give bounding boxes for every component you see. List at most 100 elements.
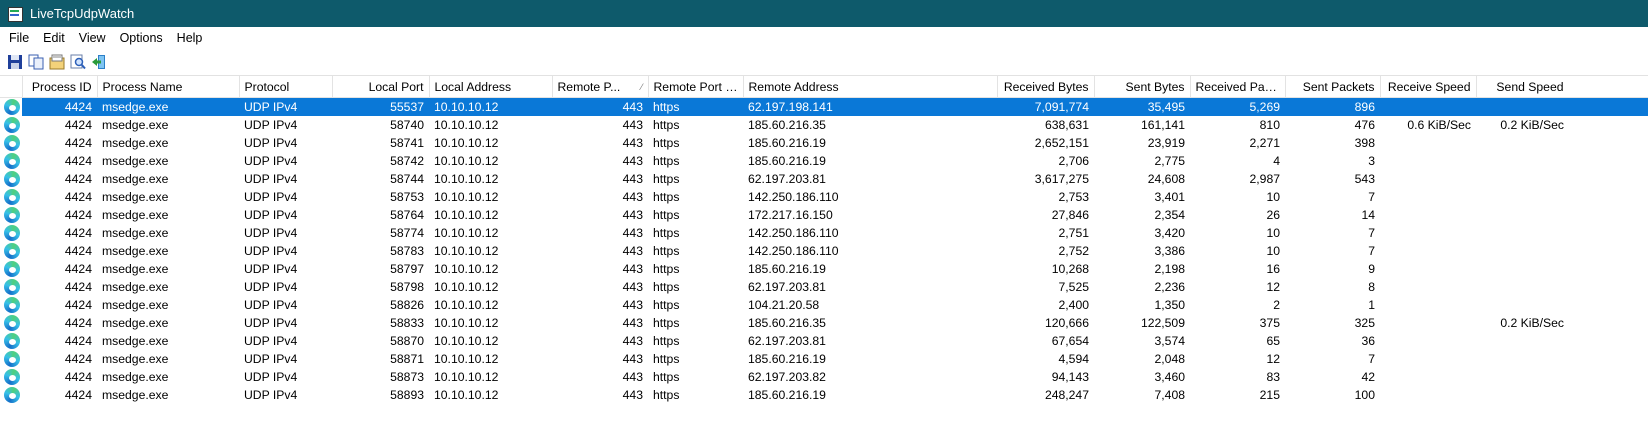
save-icon [8,55,22,69]
save-button[interactable] [6,53,24,71]
local-address-cell: 10.10.10.12 [434,316,499,330]
column-header-remote-port[interactable]: Remote P... ⁄ [552,76,649,98]
row-icon-cell [0,278,22,296]
remote-port-name-cell: https [653,136,680,150]
remote-address-cell: 62.197.203.81 [748,172,826,186]
remote-port-label: Remote P... [557,79,621,94]
edge-browser-icon [4,369,20,385]
table-row[interactable]: 4424 msedge.exe UDP IPv4 58833 10.10.10.12 44… [0,314,1648,332]
protocol-cell: UDP IPv4 [244,280,298,294]
table-row[interactable]: 4424 msedge.exe UDP IPv4 55537 10.10.10.12 44… [0,97,1648,116]
column-header-local-port[interactable]: Local Port [332,76,430,98]
column-header-remote-address[interactable]: Remote Address [743,76,998,98]
remote-address-cell: 185.60.216.19 [748,154,826,168]
local-address-cell: 10.10.10.12 [434,370,499,384]
sent-packets-cell: 7 [1368,244,1375,258]
local-port-cell: 58741 [390,136,424,150]
table-row[interactable]: 4424 msedge.exe UDP IPv4 58783 10.10.10.12 44… [0,242,1648,260]
process-id-cell: 4424 [64,136,92,150]
column-header-process-id[interactable]: Process ID [22,76,98,98]
local-address-cell: 10.10.10.12 [434,262,499,276]
local-port-cell: 58826 [390,298,424,312]
menu-help[interactable]: Help [170,31,210,45]
process-id-cell: 4424 [64,226,92,240]
row-icon-cell [0,332,22,350]
remote-address-cell: 104.21.20.58 [748,298,820,312]
table-row[interactable]: 4424 msedge.exe UDP IPv4 58873 10.10.10.12 44… [0,368,1648,386]
protocol-cell: UDP IPv4 [244,244,298,258]
sent-packets-cell: 7 [1368,352,1375,366]
received-packets-cell: 2 [1273,298,1280,312]
process-name-cell: msedge.exe [102,172,169,186]
remote-address-cell: 142.250.186.110 [748,244,839,258]
send-speed-cell [1476,152,1648,170]
table-row[interactable]: 4424 msedge.exe UDP IPv4 58742 10.10.10.12 44… [0,152,1648,170]
remote-port-cell: 443 [552,97,648,116]
table-row[interactable]: 4424 msedge.exe UDP IPv4 58741 10.10.10.12 44… [0,134,1648,152]
local-address-cell: 10.10.10.12 [434,388,499,402]
column-header-protocol[interactable]: Protocol [239,76,333,98]
properties-button[interactable] [48,53,66,71]
find-button[interactable] [69,53,87,71]
protocol-cell: UDP IPv4 [244,388,298,402]
edge-browser-icon [4,315,20,331]
column-header-send-speed[interactable]: Send Speed [1476,76,1648,98]
received-packets-cell: 2,271 [1249,136,1281,150]
protocol-cell: UDP IPv4 [244,208,298,222]
menu-edit[interactable]: Edit [36,31,72,45]
sent-packets-cell: 3 [1368,154,1375,168]
column-header-remote-port-name[interactable]: Remote Port N... [648,76,744,98]
remote-port-name-cell: https [653,154,680,168]
table-row[interactable]: 4424 msedge.exe UDP IPv4 58826 10.10.10.12 44… [0,296,1648,314]
column-header-received-bytes[interactable]: Received Bytes [997,76,1095,98]
row-icon-cell [0,188,22,206]
menu-options[interactable]: Options [113,31,170,45]
remote-port-name-cell: https [653,208,680,222]
table-row[interactable]: 4424 msedge.exe UDP IPv4 58774 10.10.10.12 44… [0,224,1648,242]
column-header-receive-speed[interactable]: Receive Speed [1380,76,1477,98]
column-header-sent-packets[interactable]: Sent Packets [1285,76,1381,98]
protocol-cell: UDP IPv4 [244,316,298,330]
copy-button[interactable] [27,53,45,71]
send-speed-cell [1476,386,1648,404]
receive-speed-cell [1380,224,1476,242]
received-packets-cell: 16 [1266,262,1280,276]
local-port-cell: 58742 [390,154,424,168]
process-name-cell: msedge.exe [102,298,169,312]
sent-bytes-cell: 2,198 [1154,262,1186,276]
remote-port-name-cell: https [653,316,680,330]
edge-browser-icon [4,279,20,295]
column-header-received-packets[interactable]: Received Pack... [1190,76,1286,98]
table-row[interactable]: 4424 msedge.exe UDP IPv4 58753 10.10.10.12 44… [0,188,1648,206]
remote-port-cell: 443 [622,172,643,186]
table-row[interactable]: 4424 msedge.exe UDP IPv4 58744 10.10.10.12 44… [0,170,1648,188]
column-header-process-name[interactable]: Process Name [97,76,240,98]
column-header-sent-bytes[interactable]: Sent Bytes [1094,76,1191,98]
column-header-local-address[interactable]: Local Address [429,76,553,98]
remote-port-cell: 443 [622,154,643,168]
protocol-cell: UDP IPv4 [244,154,298,168]
sent-bytes-cell: 2,354 [1154,208,1186,222]
received-bytes-cell: 2,752 [1058,244,1090,258]
connections-table[interactable]: Process ID Process Name Protocol Local P… [0,76,1648,404]
menu-view[interactable]: View [72,31,113,45]
receive-speed-cell: 0.6 KiB/Sec [1407,118,1471,132]
exit-button[interactable] [90,53,108,71]
table-row[interactable]: 4424 msedge.exe UDP IPv4 58893 10.10.10.12 44… [0,386,1648,404]
local-port-cell: 58774 [390,226,424,240]
menu-file[interactable]: File [2,31,36,45]
table-row[interactable]: 4424 msedge.exe UDP IPv4 58798 10.10.10.12 44… [0,278,1648,296]
table-row[interactable]: 4424 msedge.exe UDP IPv4 58740 10.10.10.12 44… [0,116,1648,134]
remote-port-name-cell: https [653,280,680,294]
sent-packets-cell: 14 [1361,208,1375,222]
received-packets-cell: 12 [1266,352,1280,366]
table-row[interactable]: 4424 msedge.exe UDP IPv4 58764 10.10.10.12 44… [0,206,1648,224]
table-row[interactable]: 4424 msedge.exe UDP IPv4 58871 10.10.10.12 44… [0,350,1648,368]
process-id-cell: 4424 [64,370,92,384]
send-speed-cell [1476,332,1648,350]
sent-packets-cell: 7 [1368,226,1375,240]
table-row[interactable]: 4424 msedge.exe UDP IPv4 58797 10.10.10.12 44… [0,260,1648,278]
table-row[interactable]: 4424 msedge.exe UDP IPv4 58870 10.10.10.12 44… [0,332,1648,350]
sent-bytes-cell: 2,048 [1154,352,1186,366]
sent-bytes-cell: 2,236 [1154,280,1186,294]
